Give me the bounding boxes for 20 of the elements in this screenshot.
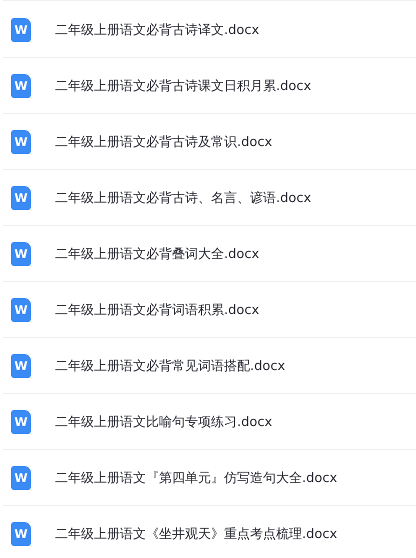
file-name[interactable]: 二年级上册语文必背词语积累.docx bbox=[55, 300, 260, 318]
document-icon: W bbox=[11, 130, 31, 154]
document-icon: W bbox=[11, 242, 31, 266]
document-icon: W bbox=[11, 466, 31, 490]
file-name[interactable]: 二年级上册语文『第四单元』仿写造句大全.docx bbox=[55, 468, 338, 486]
file-name[interactable]: 二年级上册语文必背古诗、名言、谚语.docx bbox=[55, 188, 312, 206]
file-name[interactable]: 二年级上册语文必背叠词大全.docx bbox=[55, 244, 260, 262]
document-icon: W bbox=[11, 354, 31, 378]
file-name[interactable]: 二年级上册语文比喻句专项练习.docx bbox=[55, 412, 272, 430]
file-name[interactable]: 二年级上册语文必背古诗译文.docx bbox=[55, 20, 260, 38]
document-icon: W bbox=[11, 74, 31, 98]
document-icon: W bbox=[11, 298, 31, 322]
document-icon: W bbox=[11, 186, 31, 210]
document-icon: W bbox=[11, 410, 31, 434]
file-name[interactable]: 二年级上册语文必背古诗及常识.docx bbox=[55, 132, 272, 150]
document-icon: W bbox=[11, 18, 31, 42]
file-name[interactable]: 二年级上册语文《坐井观天》重点考点梳理.docx bbox=[55, 524, 338, 542]
file-name[interactable]: 二年级上册语文必背常见词语搭配.docx bbox=[55, 356, 286, 374]
document-icon: W bbox=[11, 522, 31, 546]
file-name[interactable]: 二年级上册语文必背古诗课文日积月累.docx bbox=[55, 76, 312, 94]
